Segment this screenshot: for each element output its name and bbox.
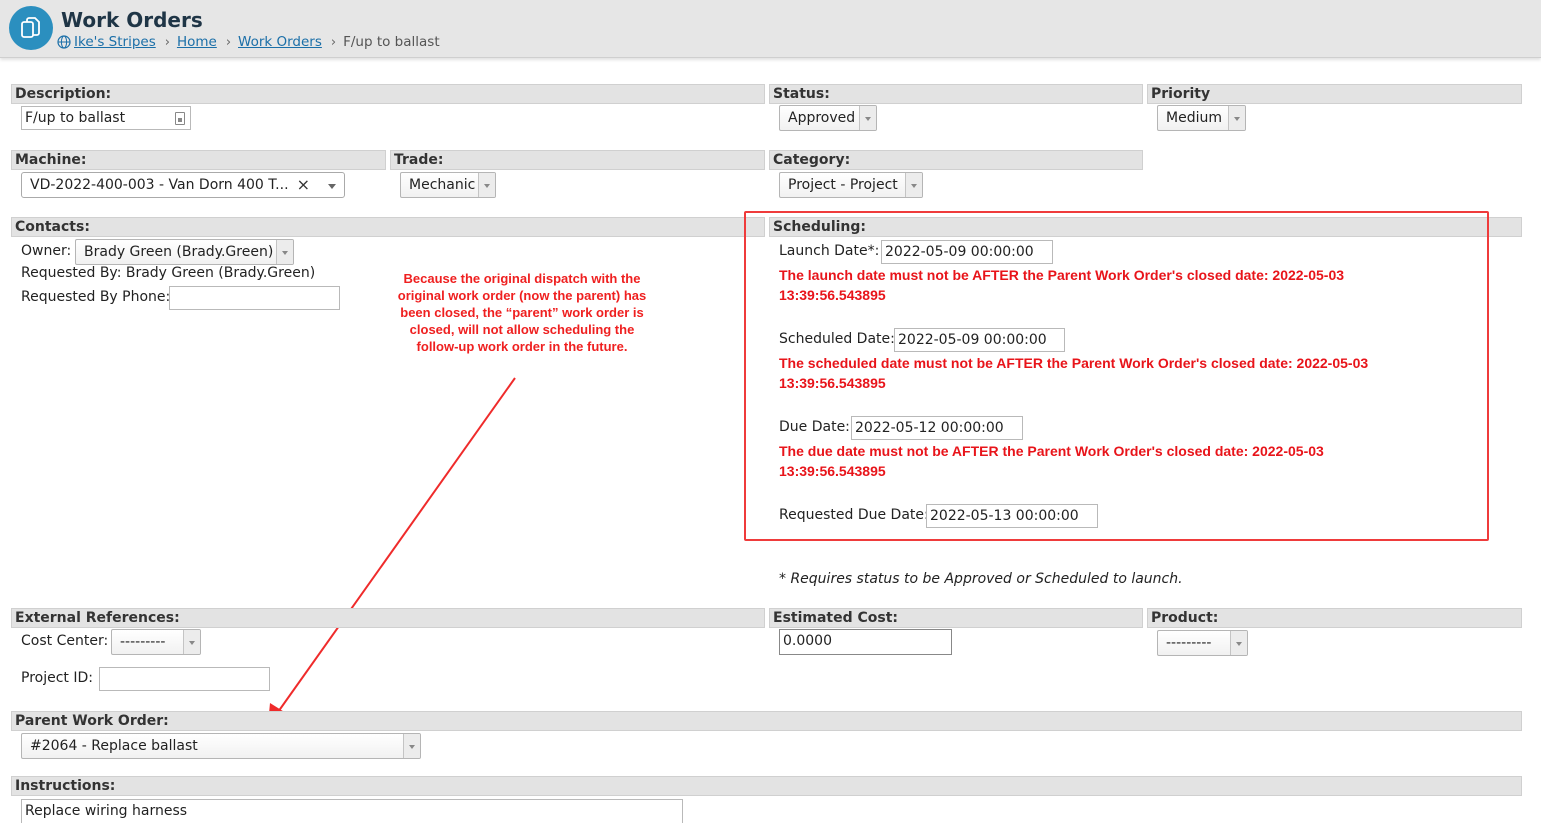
project-id-input[interactable] (99, 667, 270, 691)
parent-work-order-section-header: Parent Work Order: (11, 711, 1522, 731)
chevron-down-icon (183, 630, 200, 654)
cost-center-value: --------- (120, 634, 166, 650)
product-section-header: Product: (1147, 608, 1522, 628)
chevron-down-icon (403, 734, 420, 758)
instructions-section-header: Instructions: (11, 776, 1522, 796)
estimated-cost-section-header: Estimated Cost: (769, 608, 1143, 628)
parent-work-order-value: #2064 - Replace ballast (30, 738, 198, 754)
cost-center-label: Cost Center: (21, 633, 109, 649)
instructions-textarea[interactable]: Replace wiring harness (21, 799, 683, 823)
launch-requirement-note: * Requires status to be Approved or Sche… (779, 571, 1183, 587)
cost-center-select[interactable]: --------- (111, 629, 201, 655)
project-id-label: Project ID: (21, 670, 93, 686)
product-value: --------- (1166, 635, 1212, 651)
external-references-section-header: External References: (11, 608, 765, 628)
estimated-cost-input[interactable]: 0.0000 (779, 629, 952, 655)
parent-work-order-select[interactable]: #2064 - Replace ballast (21, 733, 421, 759)
chevron-down-icon (1230, 631, 1247, 655)
product-select[interactable]: --------- (1157, 630, 1248, 656)
error-highlight-box (744, 211, 1489, 541)
